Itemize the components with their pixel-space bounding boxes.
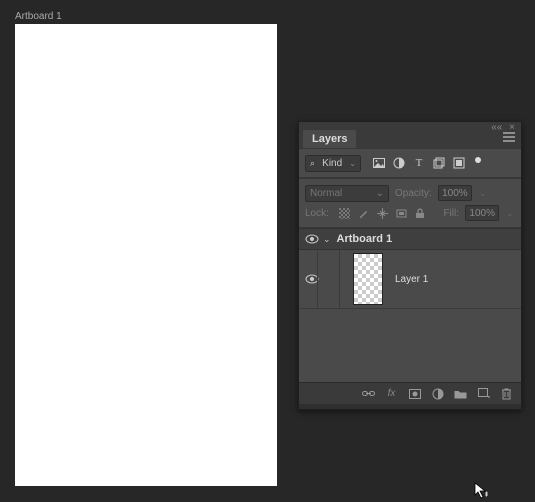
- lock-artboard-icon[interactable]: [396, 208, 407, 219]
- lock-label: Lock:: [305, 208, 329, 219]
- visibility-toggle-icon[interactable]: [305, 234, 317, 244]
- panel-resize-strip[interactable]: [299, 404, 521, 409]
- chevron-down-icon: ⌄: [376, 188, 384, 199]
- fill-value: 100%: [469, 208, 495, 219]
- adjustment-layer-icon[interactable]: [431, 387, 444, 400]
- opacity-label: Opacity:: [395, 188, 432, 199]
- lock-position-icon[interactable]: [377, 208, 388, 219]
- fx-icon[interactable]: fx: [385, 387, 398, 400]
- artboard-label: Artboard 1: [15, 11, 62, 22]
- panel-tabbar: Layers: [299, 130, 521, 148]
- artboard-row[interactable]: ⌄ Artboard 1: [299, 228, 521, 250]
- filter-smartobject-icon[interactable]: [453, 157, 465, 169]
- group-icon[interactable]: [454, 387, 467, 400]
- fill-label: Fill:: [443, 208, 459, 219]
- filter-type-icon[interactable]: T: [413, 157, 425, 169]
- filter-kind-select[interactable]: ⌕ Kind ⌄: [305, 155, 361, 172]
- lock-transparency-icon[interactable]: [339, 208, 350, 219]
- blend-section: Normal ⌄ Opacity: 100% ⌄ Lock: Fill: 100…: [299, 178, 521, 228]
- fill-input[interactable]: 100%: [465, 205, 499, 221]
- panel-menu-icon[interactable]: [503, 132, 515, 142]
- search-icon: ⌕: [310, 158, 315, 169]
- opacity-flyout-icon[interactable]: ⌄: [478, 189, 488, 198]
- filter-shape-icon[interactable]: [433, 157, 445, 169]
- layers-list: ⌄ Artboard 1 Layer 1: [299, 228, 521, 382]
- layer-name[interactable]: Layer 1: [395, 274, 428, 285]
- blend-mode-select[interactable]: Normal ⌄: [305, 185, 389, 202]
- filter-adjustment-icon[interactable]: [393, 157, 405, 169]
- cursor-icon: [474, 482, 492, 500]
- layer-row[interactable]: Layer 1: [299, 250, 521, 308]
- lock-pixels-icon[interactable]: [358, 208, 369, 219]
- layers-panel: «« × Layers ⌕ Kind ⌄ T: [298, 121, 522, 410]
- opacity-input[interactable]: 100%: [438, 185, 472, 201]
- chevron-down-icon: ⌄: [349, 159, 356, 168]
- lock-all-icon[interactable]: [415, 208, 426, 219]
- blend-mode-value: Normal: [310, 188, 342, 199]
- mask-icon[interactable]: [408, 387, 421, 400]
- filter-toggle-indicator[interactable]: [475, 157, 481, 163]
- opacity-value: 100%: [442, 188, 468, 199]
- filter-section: ⌕ Kind ⌄ T: [299, 148, 521, 178]
- panel-titlebar[interactable]: «« ×: [299, 122, 521, 130]
- tab-layers[interactable]: Layers: [303, 130, 356, 148]
- visibility-toggle-icon[interactable]: [305, 274, 317, 284]
- artboard-expand-icon[interactable]: ⌄: [323, 234, 331, 245]
- canvas-area[interactable]: [15, 24, 277, 486]
- artboard-name[interactable]: Artboard 1: [337, 233, 393, 245]
- trash-icon[interactable]: [500, 387, 513, 400]
- layer-thumbnail[interactable]: [353, 253, 383, 305]
- fill-flyout-icon[interactable]: ⌄: [505, 209, 515, 218]
- link-layers-icon[interactable]: [362, 387, 375, 400]
- layers-empty-area[interactable]: [299, 308, 521, 382]
- filter-kind-label: Kind: [322, 158, 342, 169]
- new-layer-icon[interactable]: [477, 387, 490, 400]
- panel-footer: fx: [299, 382, 521, 404]
- filter-image-icon[interactable]: [373, 157, 385, 169]
